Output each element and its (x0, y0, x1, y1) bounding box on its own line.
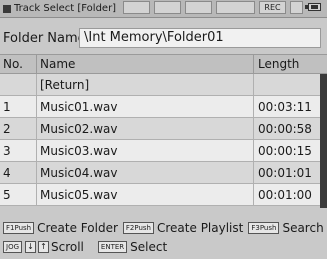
f2-key[interactable]: F2Push (122, 222, 154, 234)
row-name: Music05.wav (40, 188, 118, 202)
row-number: 3 (3, 144, 11, 158)
jog-key[interactable]: JOG (3, 241, 22, 253)
status-slot (154, 1, 181, 14)
row-number: 4 (3, 166, 11, 180)
folder-name-label: Folder Name (3, 31, 86, 46)
f1-key[interactable]: F1Push (3, 222, 35, 234)
status-slot (290, 1, 303, 14)
track-list: [Return] 1 Music01.wav 00:03:11 2 Music0… (0, 74, 320, 206)
row-name: Music01.wav (40, 100, 118, 114)
row-name: [Return] (40, 78, 90, 92)
down-arrow-icon: ↓ (25, 241, 36, 253)
row-number: 2 (3, 122, 11, 136)
enter-key[interactable]: ENTER (97, 241, 128, 253)
row-length: 00:00:15 (258, 144, 312, 158)
column-header-length: Length (258, 57, 300, 71)
list-item[interactable]: 3 Music03.wav 00:00:15 (0, 140, 320, 162)
list-item[interactable]: 5 Music05.wav 00:01:00 (0, 184, 320, 206)
row-length: 00:01:00 (258, 188, 312, 202)
status-slot (123, 1, 150, 14)
list-item[interactable]: 1 Music01.wav 00:03:11 (0, 96, 320, 118)
column-header-no: No. (3, 57, 23, 71)
row-number: 1 (3, 100, 11, 114)
screen-title: Track Select [Folder] (14, 3, 117, 14)
table-header: No. Name Length (0, 54, 327, 74)
function-key-guide: F1Push Create Folder F2Push Create Playl… (0, 218, 327, 259)
rec-indicator: REC (259, 1, 286, 14)
row-length: 00:03:11 (258, 100, 312, 114)
row-name: Music03.wav (40, 144, 118, 158)
scrollbar[interactable] (320, 74, 327, 208)
row-length: 00:01:01 (258, 166, 312, 180)
folder-name-row: Folder Name \Int Memory\Folder01 (0, 18, 327, 54)
battery-icon (305, 2, 322, 12)
status-slot (216, 1, 255, 14)
row-name: Music04.wav (40, 166, 118, 180)
f1-label: Create Folder (37, 221, 118, 235)
f3-key[interactable]: F3Push (248, 222, 280, 234)
scroll-label: Scroll (51, 240, 84, 254)
list-item[interactable]: 4 Music04.wav 00:01:01 (0, 162, 320, 184)
footer-line-2: JOG ↓ ↑ Scroll ENTER Select (3, 240, 172, 254)
up-arrow-icon: ↑ (38, 241, 49, 253)
row-name: Music02.wav (40, 122, 118, 136)
row-length: 00:00:58 (258, 122, 312, 136)
f2-label: Create Playlist (157, 221, 244, 235)
list-item-return[interactable]: [Return] (0, 74, 320, 96)
row-number: 5 (3, 188, 11, 202)
footer-line-1: F1Push Create Folder F2Push Create Playl… (3, 221, 324, 235)
column-header-name: Name (40, 57, 76, 71)
f3-label: Search (282, 221, 324, 235)
folder-icon (3, 4, 11, 13)
folder-path-field: \Int Memory\Folder01 (79, 28, 321, 48)
status-slot (185, 1, 212, 14)
title-bar: Track Select [Folder] REC (0, 0, 327, 18)
list-item[interactable]: 2 Music02.wav 00:00:58 (0, 118, 320, 140)
select-label: Select (130, 240, 168, 254)
